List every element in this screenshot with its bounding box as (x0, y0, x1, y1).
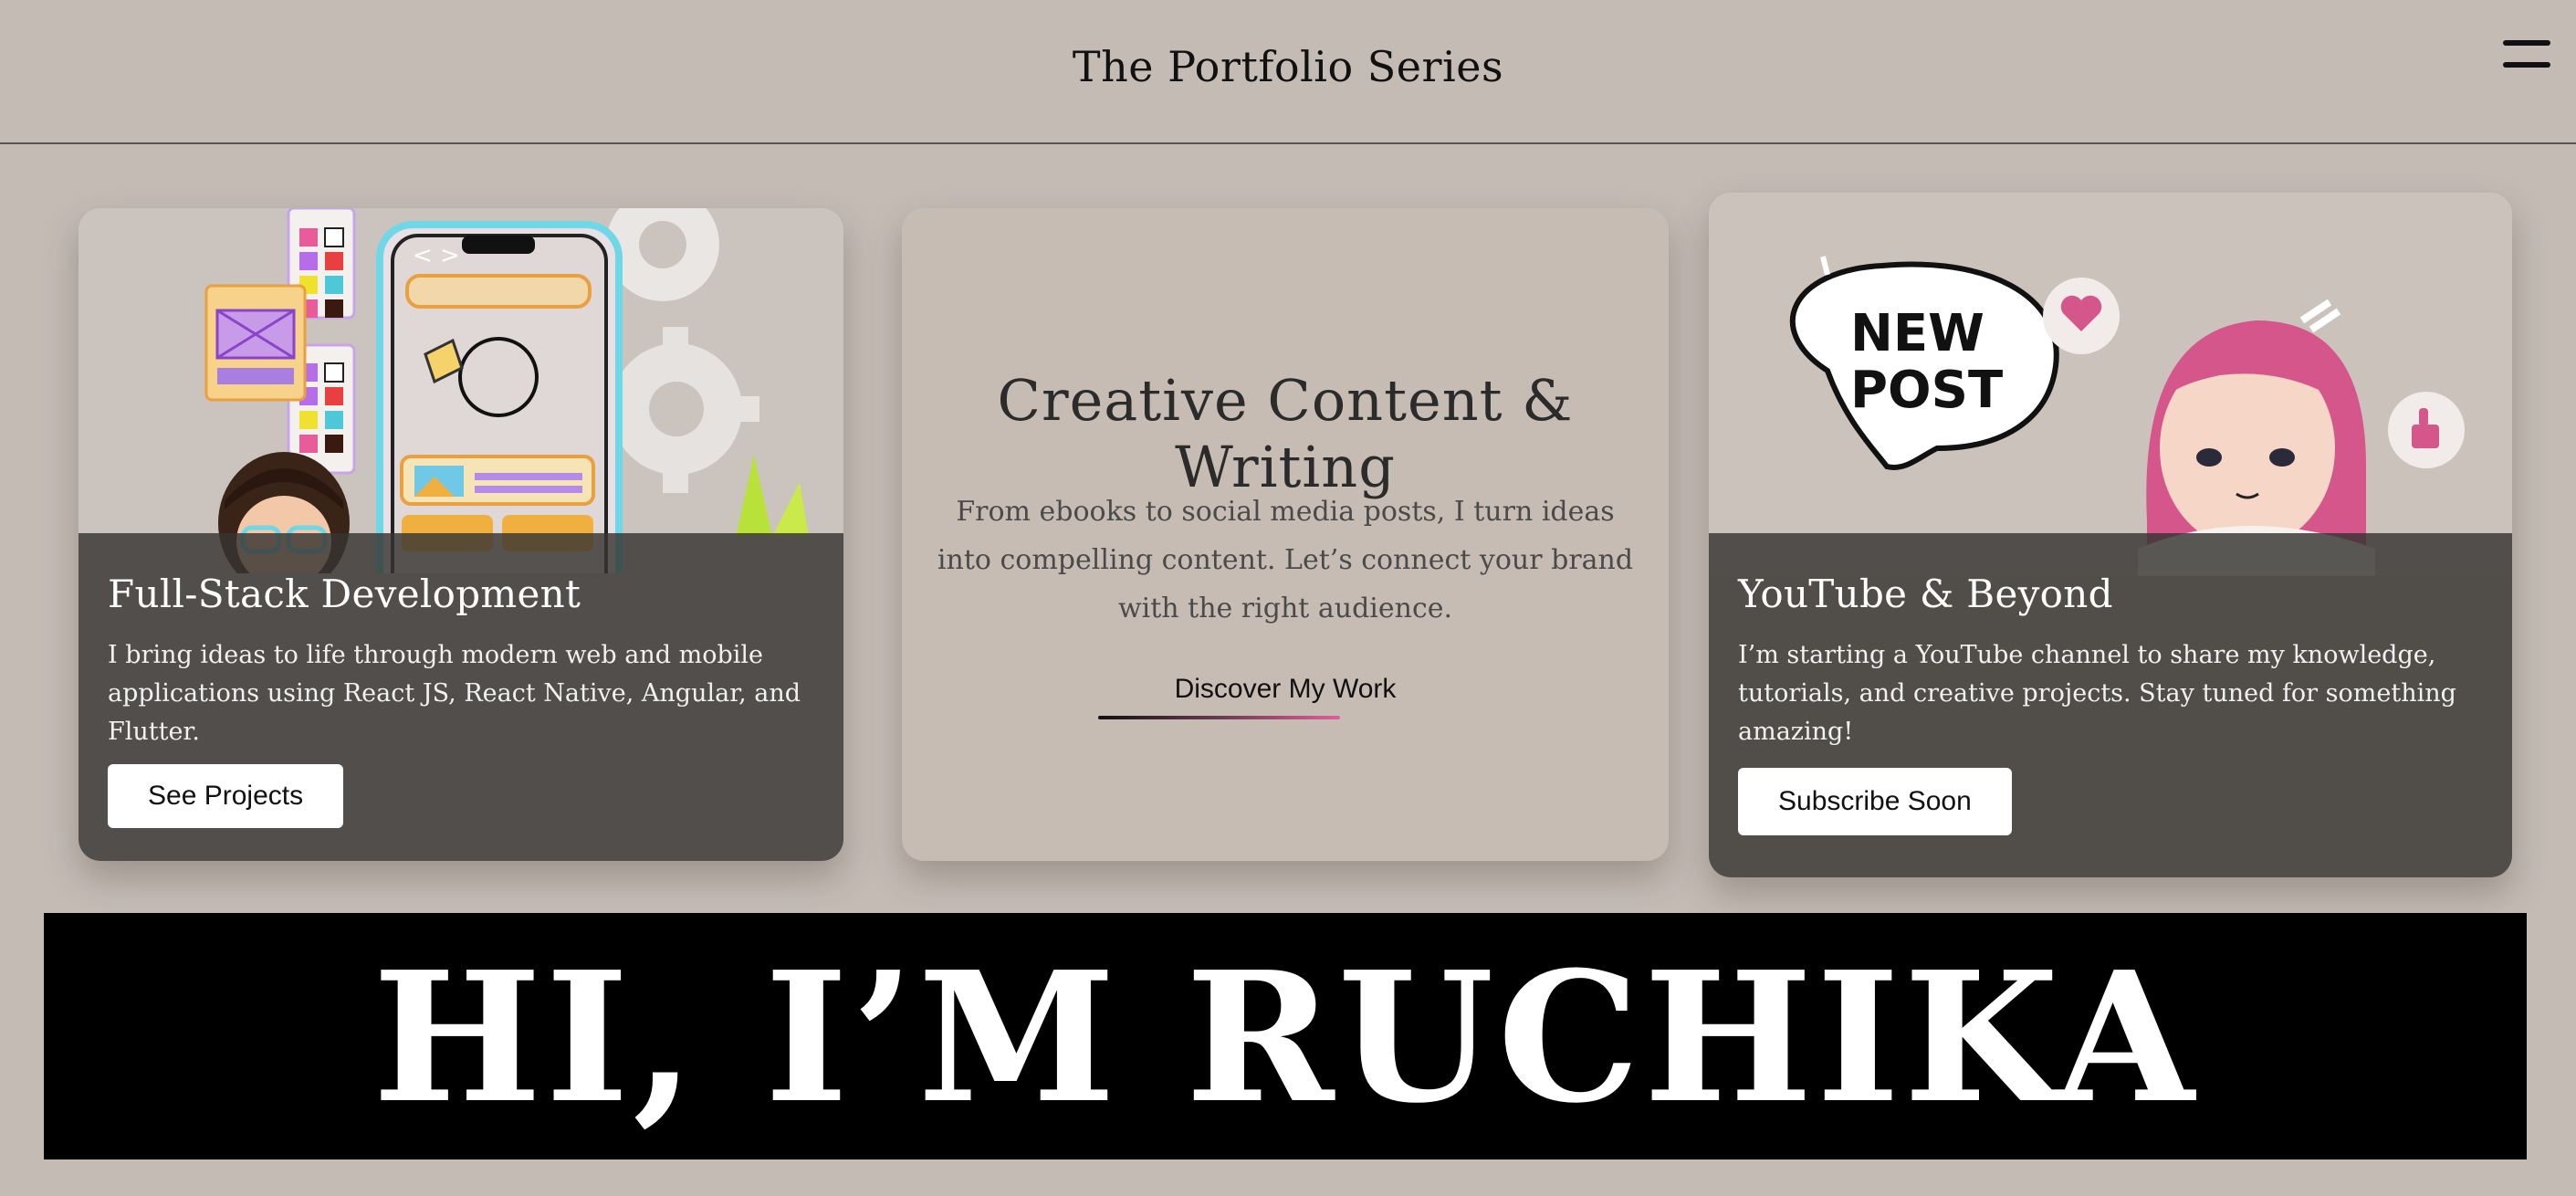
menu-line (2503, 40, 2550, 46)
menu-line (2503, 62, 2550, 68)
card-title: YouTube & Beyond (1738, 572, 2113, 616)
hamburger-menu-icon[interactable] (2503, 40, 2550, 71)
creative-content-card: Creative Content & Writing From ebooks t… (902, 208, 1669, 861)
new-post-girl-illustration: NEW POST (1709, 193, 2512, 576)
card-overlay: YouTube & Beyond I’m starting a YouTube … (1709, 533, 2512, 877)
bubble-text-new: NEW (1850, 304, 1984, 363)
site-title: The Portfolio Series (1072, 42, 1504, 91)
svg-text:< >: < > (413, 242, 460, 269)
see-projects-button[interactable]: See Projects (108, 764, 344, 828)
hero-banner: HI, I’M RUCHIKA (44, 913, 2527, 1159)
hero-banner-text: HI, I’M RUCHIKA (372, 933, 2198, 1143)
phone-app-design-illustration: < > (79, 208, 843, 573)
card-title: Full-Stack Development (108, 572, 581, 616)
subscribe-soon-button[interactable]: Subscribe Soon (1738, 768, 2012, 835)
card-overlay: Full-Stack Development I bring ideas to … (79, 533, 843, 861)
fullstack-card: < > Full-Stack Development I bring ideas… (79, 208, 843, 861)
youtube-card: NEW POST YouTube & Beyond I’m starting a… (1709, 193, 2512, 877)
discover-my-work-link[interactable]: Discover My Work (902, 674, 1669, 705)
bubble-text-post: POST (1850, 361, 2003, 420)
card-description: From ebooks to social media posts, I tur… (937, 496, 1634, 624)
card-description: I’m starting a YouTube channel to share … (1738, 641, 2456, 746)
card-title: Creative Content & Writing (997, 367, 1574, 500)
site-header: The Portfolio Series (0, 0, 2576, 144)
link-underline (1098, 716, 1340, 719)
card-description: I bring ideas to life through modern web… (108, 641, 801, 746)
